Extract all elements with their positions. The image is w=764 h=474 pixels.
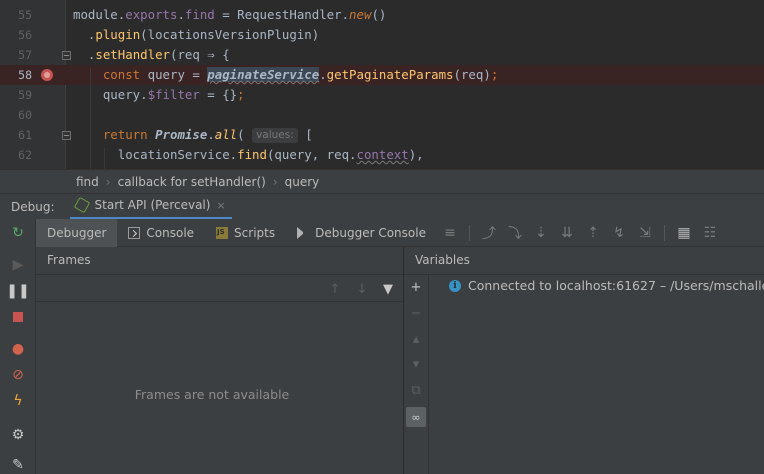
code-text: const query = paginateService.getPaginat… <box>102 67 499 82</box>
move-down-icon[interactable]: ▾ <box>406 354 426 374</box>
code-line-breakpoint[interactable]: 58 const query = paginateService.getPagi… <box>0 65 764 85</box>
code-text: return Promise.all( values: [ <box>102 127 313 143</box>
code-text: .plugin(locationsVersionPlugin) <box>73 27 320 42</box>
scripts-icon <box>216 226 229 239</box>
code-line[interactable]: 59 query.$filter = {}; <box>0 85 764 105</box>
code-text: .setHandler(req ⇒ { <box>73 47 230 62</box>
breadcrumb-item-callback[interactable]: callback for setHandler() <box>118 175 266 189</box>
variables-toolbar: + − ▴ ▾ ⧉ ∞ <box>404 274 429 474</box>
run-config-label: Start API (Perceval) <box>94 198 211 212</box>
stop-button[interactable] <box>8 307 28 327</box>
arrow-up-icon[interactable]: ↑ <box>326 280 344 298</box>
variables-panel: Variables + − ▴ ▾ ⧉ ∞ i Connected to loc… <box>404 247 764 474</box>
drop-frame-icon[interactable]: ↯ <box>606 219 632 247</box>
parameter-hint: values: <box>252 128 298 143</box>
line-number: 57 <box>18 48 32 62</box>
chevron-right-icon: › <box>105 174 111 189</box>
breadcrumb: find › callback for setHandler() › query <box>0 169 764 193</box>
stop-icon <box>13 312 23 322</box>
step-out-icon[interactable]: ⇡ <box>580 219 606 247</box>
breakpoint-icon[interactable] <box>41 69 53 81</box>
indent-guide <box>104 148 105 169</box>
step-into-icon[interactable]: ⇣ <box>528 219 554 247</box>
toolbar-divider <box>468 224 470 241</box>
arrow-down-icon[interactable]: ↓ <box>353 280 371 298</box>
tab-debugger-console[interactable]: Debugger Console <box>286 219 437 247</box>
tab-scripts-label: Scripts <box>234 225 276 240</box>
debugger-console-icon <box>297 226 309 239</box>
show-execution-point-icon[interactable]: ⤴ <box>476 219 502 247</box>
nodejs-icon <box>73 196 90 214</box>
remove-watch-icon[interactable]: − <box>406 303 426 323</box>
tab-console[interactable]: Console <box>117 219 205 247</box>
frames-panel: Frames ↑ ↓ ▼ Frames are not available <box>36 247 403 474</box>
breadcrumb-item-find[interactable]: find <box>76 175 99 189</box>
frames-empty-message: Frames are not available <box>134 387 290 402</box>
rerun-icon[interactable]: ↻ <box>8 223 28 243</box>
line-number: 62 <box>18 148 32 162</box>
force-step-into-icon[interactable]: ⇊ <box>554 219 580 247</box>
code-text: query.$filter = {}; <box>73 87 245 102</box>
menu-icon[interactable]: ≡ <box>437 219 463 247</box>
debug-label: Debug: <box>11 199 55 214</box>
line-number: 56 <box>18 28 32 42</box>
variables-title: Variables <box>415 253 470 267</box>
run-to-cursor-icon[interactable]: ⇲ <box>632 219 658 247</box>
filter-icon[interactable]: ▼ <box>379 280 397 298</box>
debug-side-toolbar: ↻ ▶ ❚❚ ● ⊘ ϟ ⚙ ✎ <box>0 219 36 474</box>
code-line[interactable]: 56 .plugin(locationsVersionPlugin) <box>0 25 764 45</box>
code-editor[interactable]: 55 module.exports.find = RequestHandler.… <box>0 0 764 169</box>
connection-text: Connected to localhost:61627 – /Users/ms… <box>468 278 764 293</box>
tab-debugger-label: Debugger <box>47 225 107 240</box>
code-line[interactable]: 57 .setHandler(req ⇒ { <box>0 45 764 65</box>
frames-toolbar: ↑ ↓ ▼ <box>36 274 403 302</box>
glasses-icon[interactable]: ∞ <box>406 407 426 427</box>
evaluate-expression-icon[interactable]: ▦ <box>671 219 697 247</box>
indent-guide <box>90 68 91 169</box>
step-over-icon[interactable]: ⤵ <box>502 219 528 247</box>
toolbar-divider <box>663 224 665 241</box>
frames-list[interactable]: Frames are not available <box>36 302 403 474</box>
code-line[interactable]: 55 module.exports.find = RequestHandler.… <box>0 5 764 25</box>
breadcrumb-item-query[interactable]: query <box>285 175 320 189</box>
console-icon <box>128 226 141 239</box>
line-number: 58 <box>18 68 32 82</box>
line-number: 61 <box>18 128 32 142</box>
tab-console-label: Console <box>146 225 195 240</box>
pause-icon[interactable]: ❚❚ <box>6 281 29 301</box>
line-number: 55 <box>18 8 32 22</box>
gear-icon[interactable]: ⚙ <box>8 425 28 445</box>
fold-minus-icon[interactable] <box>62 51 71 60</box>
variables-tree[interactable]: i Connected to localhost:61627 – /Users/… <box>429 274 764 474</box>
close-icon[interactable]: × <box>216 199 225 212</box>
code-line[interactable]: 60 <box>0 105 764 125</box>
code-line[interactable]: 61 return Promise.all( values: [ <box>0 125 764 145</box>
run-config-tab[interactable]: Start API (Perceval) × <box>69 194 232 220</box>
code-text: module.exports.find = RequestHandler.new… <box>73 7 387 22</box>
code-text: locationService.find(query, req.context)… <box>73 147 424 162</box>
line-number: 59 <box>18 88 32 102</box>
connection-message: i Connected to localhost:61627 – /Users/… <box>449 278 764 293</box>
tab-debugger[interactable]: Debugger <box>36 218 118 247</box>
debug-tool-window-header: Debug: Start API (Perceval) × <box>0 193 764 220</box>
pin-icon[interactable]: ✎ <box>8 455 28 474</box>
info-icon: i <box>449 279 461 292</box>
tab-scripts[interactable]: Scripts <box>205 219 286 247</box>
mute-breakpoints-icon[interactable]: ⊘ <box>8 365 28 385</box>
debugger-toolbar: Debugger Console Scripts Debugger Consol… <box>36 218 764 247</box>
resume-icon[interactable]: ▶ <box>8 255 28 275</box>
chevron-right-icon: › <box>272 174 278 189</box>
move-up-icon[interactable]: ▴ <box>406 329 426 349</box>
view-breakpoints-icon[interactable]: ● <box>8 339 28 359</box>
lightning-icon[interactable]: ϟ <box>8 391 28 411</box>
line-number: 60 <box>18 108 32 122</box>
restore-layout-icon[interactable]: ☷ <box>697 219 723 247</box>
tab-debugger-console-label: Debugger Console <box>315 225 426 240</box>
code-line[interactable]: 62 locationService.find(query, req.conte… <box>0 145 764 165</box>
add-watch-icon[interactable]: + <box>406 277 426 297</box>
copy-icon[interactable]: ⧉ <box>406 380 426 400</box>
fold-minus-icon[interactable] <box>62 131 71 140</box>
frames-title: Frames <box>47 253 91 267</box>
